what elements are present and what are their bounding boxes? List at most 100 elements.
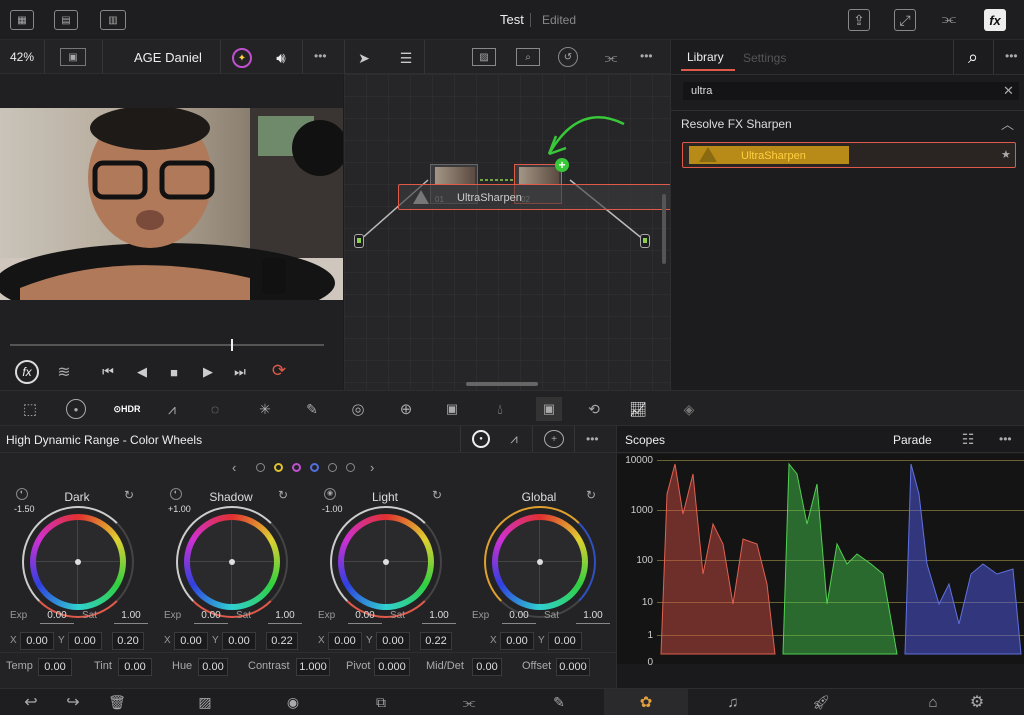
collapse-icon[interactable]: ︿ [1001,114,1014,133]
settings-gear-icon[interactable]: ⚙ [966,692,988,712]
zone-picker-icon[interactable]: ◉ [324,488,336,500]
fusion-page-icon[interactable]: ⫘ [458,692,480,712]
layers-icon[interactable]: ≋ [52,360,76,384]
stop-icon[interactable]: ■ [164,362,184,382]
warper-icon[interactable]: ◌ [204,399,226,419]
l-field[interactable]: 0.22 [420,632,452,650]
node-vscrollbar[interactable] [662,194,666,264]
tracker-icon[interactable]: ⊕ [394,399,418,419]
image-search-icon[interactable]: ⌕ [516,48,540,66]
next-page-icon[interactable]: › [370,460,374,475]
page-dot[interactable] [274,463,283,472]
viewer-mode-icon[interactable]: ▣ [60,48,86,66]
loop-icon[interactable]: ⟳ [266,360,292,382]
l-field[interactable]: 0.20 [112,632,144,650]
temp-field[interactable]: 0.00 [38,658,72,676]
edit-page-icon[interactable]: ⧉ [370,692,392,712]
fx-button[interactable]: fx [984,9,1006,31]
curves-icon[interactable]: ⩘ [162,399,182,419]
offset-field[interactable]: 0.000 [556,658,590,676]
align-icon[interactable]: ☰ [396,48,416,68]
color-wheel[interactable] [184,514,280,610]
fx-category-header[interactable]: Resolve FX Sharpen [681,117,792,131]
trash-icon[interactable]: 🗑︎ [106,692,128,712]
speaker-icon[interactable]: 🔊︎ [270,48,292,68]
color-page-tab[interactable]: ✿ [604,689,688,715]
stereo-icon[interactable]: ◈ [676,399,702,419]
clip-name[interactable]: AGE Daniel [134,50,202,65]
viewer-more-button[interactable]: ••• [314,49,327,63]
redo-icon[interactable]: ↪ [62,692,84,712]
reset-icon[interactable]: ↻ [278,488,288,502]
wheels-mode-icon[interactable]: ● [472,430,490,448]
tab-library[interactable]: Library [687,50,724,64]
color-wheels-icon[interactable]: ● [66,399,86,419]
reset-icon[interactable]: ↻ [586,488,596,502]
zoom-level[interactable]: 42% [10,50,34,64]
hue-field[interactable]: 0.00 [198,658,228,676]
sat-field[interactable]: 1.00 [576,608,610,624]
skip-back-icon[interactable]: ⏮︎ [96,362,120,382]
wheels-more-button[interactable]: ••• [586,432,599,446]
play-icon[interactable]: ▶ [198,362,218,382]
hdr-wheels-icon[interactable]: ⊙HDR [113,399,140,419]
media-icon[interactable]: ▦ [10,10,34,30]
exp-field[interactable]: 0.00 [194,608,228,624]
search-icon[interactable]: ⌕ [961,46,985,68]
clips-icon[interactable]: ▤ [54,10,78,30]
deliver-page-icon[interactable]: 🚀︎ [810,692,832,712]
page-dot[interactable] [346,463,355,472]
library-more-button[interactable]: ••• [1005,49,1018,63]
fullscreen-icon[interactable]: ⤢ [894,9,916,31]
cut-page-icon[interactable]: ◉ [282,692,304,712]
fx-item-ultrasharpen[interactable]: UltraSharpen ★ [682,142,1016,168]
blur-icon[interactable]: 💧︎ [488,399,512,419]
x-field[interactable]: 0.00 [20,632,54,650]
scopes-icon[interactable]: 📈︎ [626,399,650,419]
y-field[interactable]: 0.00 [68,632,102,650]
scope-mode-select[interactable]: Parade [893,433,932,447]
qualifier-icon[interactable]: ✎ [302,399,322,419]
timeline-icon[interactable]: ▥ [100,10,126,30]
exp-field[interactable]: 0.00 [502,608,536,624]
page-dot[interactable] [310,463,319,472]
reset-icon[interactable]: ↻ [432,488,442,502]
gallery-icon[interactable]: ▨ [472,48,496,66]
color-warper-icon[interactable]: ✳ [254,399,276,419]
share-icon[interactable]: ⇪ [848,9,870,31]
fx-circle-icon[interactable]: fx [15,360,39,384]
undo-icon[interactable]: ↩ [20,692,42,712]
window-icon[interactable]: ◎ [346,399,370,419]
magic-mask-icon[interactable]: ▣ [440,399,464,419]
middet-field[interactable]: 0.00 [472,658,502,676]
y-field[interactable]: 0.00 [376,632,410,650]
node-hscrollbar[interactable] [466,382,538,386]
x-field[interactable]: 0.00 [174,632,208,650]
zone-picker-icon[interactable]: ◐ [170,488,182,500]
scopes-more-button[interactable]: ••• [999,432,1012,446]
tab-settings[interactable]: Settings [743,51,786,65]
skip-forward-icon[interactable]: ⏭︎ [228,362,252,382]
search-input[interactable]: ultra ✕ [683,82,1019,100]
history-icon[interactable]: ↺ [558,47,578,67]
fairlight-wand-icon[interactable]: ✎ [548,692,570,712]
tint-field[interactable]: 0.00 [118,658,152,676]
scope-settings-icon[interactable]: ☷ [957,430,979,448]
scrubber-track[interactable] [10,344,324,346]
page-dot[interactable] [328,463,337,472]
y-field[interactable]: 0.00 [548,632,582,650]
contrast-field[interactable]: 1.000 [296,658,330,676]
color-wheel[interactable] [492,514,588,610]
favorite-star-icon[interactable]: ★ [1001,148,1011,161]
media-page-icon[interactable]: ▨ [194,692,216,712]
l-field[interactable]: 0.22 [266,632,298,650]
pointer-icon[interactable]: ➤ [354,48,374,68]
reset-icon[interactable]: ↻ [124,488,134,502]
sat-field[interactable]: 1.00 [422,608,456,624]
sizing-icon[interactable]: ⟲ [582,399,606,419]
nodes-icon[interactable]: ⫘ [936,9,962,31]
node-more-button[interactable]: ••• [640,49,653,63]
color-wheel[interactable] [30,514,126,610]
node-graph-icon[interactable]: ⫘ [600,48,622,66]
sat-field[interactable]: 1.00 [268,608,302,624]
